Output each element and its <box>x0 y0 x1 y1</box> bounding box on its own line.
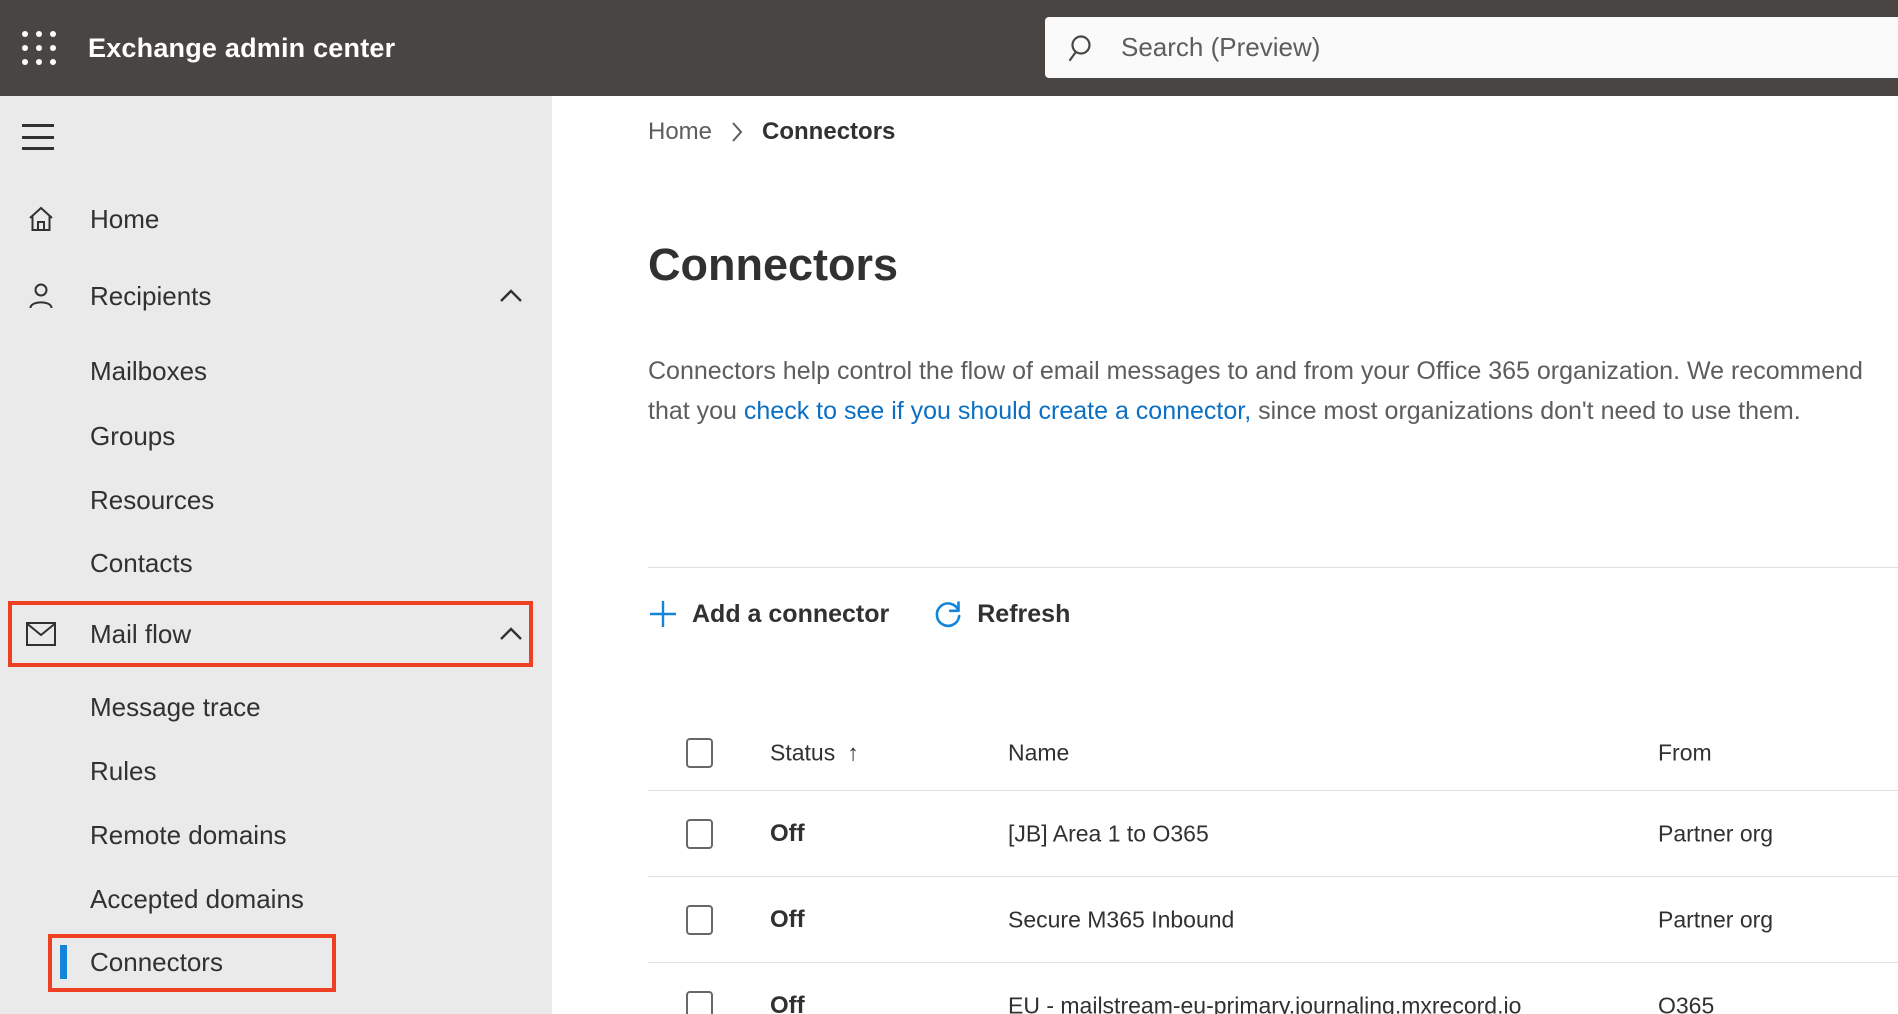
column-header-name[interactable]: Name <box>1008 739 1069 766</box>
hamburger-menu-icon[interactable] <box>22 124 54 150</box>
connector-name-cell[interactable]: Secure M365 Inbound <box>1008 906 1234 933</box>
search-placeholder: Search (Preview) <box>1121 32 1321 62</box>
search-icon <box>1068 34 1091 61</box>
breadcrumb: Home Connectors <box>648 118 895 146</box>
envelope-icon <box>25 618 57 650</box>
sidebar-item-label: Home <box>90 203 160 234</box>
sidebar-item-label: Groups <box>90 420 176 451</box>
left-navigation-sidebar: Home Recipients Mailboxes Groups Resourc… <box>0 96 552 1014</box>
table-header-row: Status ↑ Name From <box>648 715 1898 791</box>
chevron-up-icon <box>498 283 524 309</box>
create-connector-help-link[interactable]: check to see if you should create a conn… <box>744 397 1251 425</box>
sidebar-item-accepted-domains[interactable]: Accepted domains <box>0 867 552 931</box>
status-cell: Off <box>770 991 805 1014</box>
row-checkbox[interactable] <box>686 818 713 849</box>
sidebar-item-label: Accepted domains <box>90 883 304 914</box>
refresh-label: Refresh <box>977 599 1071 628</box>
sidebar-item-recipients[interactable]: Recipients <box>0 264 552 328</box>
app-title: Exchange admin center <box>88 32 396 63</box>
sidebar-item-mailboxes[interactable]: Mailboxes <box>0 339 552 403</box>
status-cell: Off <box>770 905 805 933</box>
column-header-from[interactable]: From <box>1658 739 1712 766</box>
sidebar-item-label: Mail flow <box>90 618 192 649</box>
sidebar-item-rules[interactable]: Rules <box>0 739 552 803</box>
status-cell: Off <box>770 819 805 847</box>
sidebar-item-contacts[interactable]: Contacts <box>0 531 552 595</box>
sidebar-item-label: Recipients <box>90 280 212 311</box>
refresh-button[interactable]: Refresh <box>933 599 1070 629</box>
refresh-icon <box>935 601 961 628</box>
sidebar-item-connectors[interactable]: Connectors <box>0 930 552 994</box>
connector-name-cell[interactable]: [JB] Area 1 to O365 <box>1008 820 1209 847</box>
from-cell: Partner org <box>1658 906 1774 932</box>
chevron-right-icon <box>730 121 744 143</box>
sidebar-item-resources[interactable]: Resources <box>0 468 552 532</box>
plus-icon <box>650 601 676 627</box>
description-text: since most organizations don't need to u… <box>1251 397 1801 425</box>
row-checkbox[interactable] <box>686 904 713 935</box>
sidebar-item-label: Rules <box>90 755 157 786</box>
from-cell: O365 <box>1658 992 1715 1014</box>
toolbar-divider <box>648 567 1898 568</box>
table-row[interactable]: Off EU - mailstream-eu-primary.journalin… <box>648 963 1898 1014</box>
sidebar-item-label: Message trace <box>90 691 261 722</box>
page-description: Connectors help control the flow of emai… <box>648 351 1866 431</box>
sidebar-item-label: Contacts <box>90 547 193 578</box>
sidebar-item-groups[interactable]: Groups <box>0 404 552 468</box>
person-icon <box>25 280 57 312</box>
sidebar-item-home[interactable]: Home <box>0 187 552 251</box>
sidebar-item-label: Remote domains <box>90 819 287 850</box>
add-connector-button[interactable]: Add a connector <box>648 599 889 629</box>
add-connector-label: Add a connector <box>692 599 890 628</box>
page-title: Connectors <box>648 239 899 290</box>
sidebar-item-mail-flow[interactable]: Mail flow <box>0 602 552 666</box>
column-header-label: Name <box>1008 739 1070 765</box>
chevron-up-icon <box>498 621 524 647</box>
sidebar-item-message-trace[interactable]: Message trace <box>0 675 552 739</box>
breadcrumb-home-link[interactable]: Home <box>648 118 712 146</box>
sidebar-item-label: Resources <box>90 484 215 515</box>
row-checkbox[interactable] <box>686 990 713 1014</box>
sidebar-item-label: Connectors <box>90 946 223 977</box>
select-all-checkbox[interactable] <box>686 737 713 768</box>
search-input[interactable]: Search (Preview) <box>1045 17 1898 78</box>
app-launcher-waffle-icon[interactable] <box>18 27 60 69</box>
house-icon <box>25 203 57 235</box>
exchange-admin-center-window: Exchange admin center Search (Preview) H… <box>0 0 1898 1014</box>
column-header-status[interactable]: Status ↑ <box>770 739 859 766</box>
top-app-bar: Exchange admin center Search (Preview) <box>0 0 1898 96</box>
active-selection-indicator <box>60 945 67 979</box>
column-header-label: Status <box>770 739 836 765</box>
sidebar-item-label: Mailboxes <box>90 355 208 386</box>
breadcrumb-current: Connectors <box>762 118 896 145</box>
command-toolbar: Add a connector Refresh <box>648 588 1070 640</box>
main-content-pane: Home Connectors Connectors Connectors he… <box>552 96 1898 1014</box>
sidebar-item-remote-domains[interactable]: Remote domains <box>0 803 552 867</box>
table-row[interactable]: Off [JB] Area 1 to O365 Partner org <box>648 791 1898 877</box>
connector-name-cell[interactable]: EU - mailstream-eu-primary.journaling.mx… <box>1008 992 1521 1014</box>
table-row[interactable]: Off Secure M365 Inbound Partner org <box>648 877 1898 963</box>
from-cell: Partner org <box>1658 820 1774 846</box>
column-header-label: From <box>1658 739 1712 765</box>
sort-ascending-icon: ↑ <box>847 739 859 765</box>
